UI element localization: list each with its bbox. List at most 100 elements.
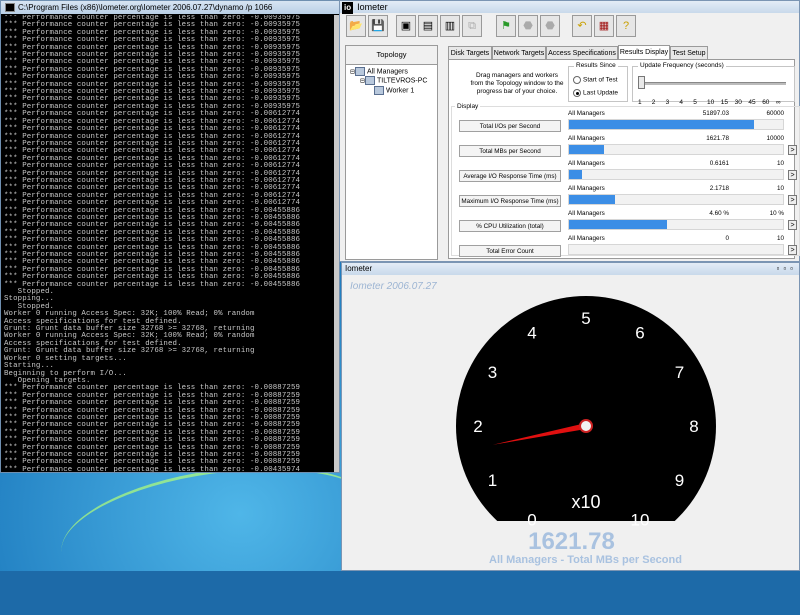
gauge-readout-label: All Managers - Total MBs per Second (489, 554, 682, 566)
dial-number: 0 (527, 511, 536, 530)
update-frequency-thumb[interactable] (638, 76, 645, 89)
metric-source: All Managers (568, 160, 605, 167)
metric-progress-fill (569, 120, 755, 129)
frequency-tick-label: 60 (762, 99, 770, 106)
metric-progress-bar[interactable] (568, 119, 784, 130)
iometer-logo: io (342, 2, 354, 14)
console-titlebar[interactable]: C:\Program Files (x86)\Iometer.org\Iomet… (1, 1, 339, 14)
tab-disk-targets[interactable]: Disk Targets (448, 46, 492, 59)
metric-button[interactable]: % CPU Utilization (total) (459, 220, 561, 232)
frequency-tick-label: 3 (665, 99, 670, 106)
tab-results-display[interactable]: Results Display (618, 45, 670, 59)
iometer-window[interactable]: io Iometer 📂 💾 ▣ ▤ ▥ ⧉ ⚑ ⬣ ⬣ ↶ ▦ ? Topolo… (339, 0, 800, 262)
iometer-title: Iometer (357, 2, 388, 12)
display-icon[interactable]: ▣ (396, 15, 416, 37)
metric-expand-button[interactable]: > (788, 170, 797, 180)
last-update-radio[interactable]: Last Update (573, 89, 618, 97)
open-icon[interactable]: 📂 (346, 15, 366, 37)
metric-expand-button[interactable]: > (788, 220, 797, 230)
metric-progress-bar[interactable] (568, 169, 784, 180)
topology-all-managers[interactable]: ⊟ All Managers (350, 67, 408, 76)
metric-source: All Managers (568, 210, 605, 217)
dial-multiplier: x10 (571, 492, 600, 512)
about-icon[interactable]: ? (616, 15, 636, 37)
metric-value: 4.60 % (709, 210, 729, 217)
console-output: *** Performance counter percentage is le… (4, 15, 333, 472)
metric-expand-button[interactable]: > (788, 195, 797, 205)
speedometer-gauge: 0 1 2 3 4 5 6 7 8 9 10 x10 (456, 296, 716, 530)
metric-progress-bar[interactable] (568, 219, 784, 230)
gauge-window[interactable]: Iometer ▫▫▫ Iometer 2006.07.27 012345678… (341, 262, 800, 571)
iometer-titlebar[interactable]: io Iometer (340, 1, 799, 14)
metric-max: 10 (776, 235, 784, 242)
results-display-panel: Drag managers and workers from the Topol… (448, 59, 800, 259)
frequency-tick-label: ∞ (776, 99, 781, 106)
frequency-tick-label: 2 (651, 99, 656, 106)
metric-progress-bar[interactable] (568, 194, 784, 205)
network-icon[interactable]: ▤ (418, 15, 438, 37)
start-workers-icon[interactable]: ▥ (440, 15, 460, 37)
metric-progress-bar[interactable] (568, 144, 784, 155)
frequency-tick-label: 1 (638, 99, 642, 106)
topology-panel: Topology ⊟ All Managers ⊟ TILTEVROS-PC Wor… (345, 45, 438, 260)
metric-button[interactable]: Average I/O Response Time (ms) (459, 170, 561, 182)
dial-number: 4 (527, 324, 536, 343)
metric-button[interactable]: Total Error Count (459, 245, 561, 257)
results-since-group: Results Since Start of Test Last Update (568, 62, 628, 102)
save-icon[interactable]: 💾 (368, 15, 388, 37)
desktop-swoosh (52, 448, 388, 615)
start-icon[interactable]: ⚑ (496, 15, 516, 37)
metric-max: 10 % (769, 210, 784, 217)
tab-test-setup[interactable]: Test Setup (670, 46, 708, 59)
metric-value: 2.1718 (709, 185, 729, 192)
console-window[interactable]: C:\Program Files (x86)\Iometer.org\Iomet… (0, 0, 340, 473)
frequency-tick-label: 45 (748, 99, 756, 106)
frequency-tick-label: 10 (707, 99, 715, 106)
metric-value: 0.6161 (709, 160, 729, 167)
dial-number: 9 (675, 471, 684, 490)
metric-max: 10 (776, 160, 784, 167)
metric-progress-fill (569, 220, 668, 229)
tab-strip: Disk Targets Network Targets Access Spec… (448, 45, 795, 60)
dial-number: 6 (635, 324, 644, 343)
dial-number: 5 (581, 309, 590, 328)
gauge-readout-value: 1621.78 (528, 528, 615, 555)
frequency-tick-label: 15 (720, 99, 729, 106)
gauge-hub (579, 419, 593, 433)
topology-manager[interactable]: ⊟ TILTEVROS-PC (360, 76, 427, 85)
metric-source: All Managers (568, 185, 605, 192)
frequency-tick-label: 4 (679, 99, 684, 106)
metric-max: 10000 (766, 135, 784, 142)
metric-button[interactable]: Total MBs per Second (459, 145, 561, 157)
topology-header: Topology (346, 46, 437, 65)
metric-source: All Managers (568, 110, 605, 117)
metric-button[interactable]: Maximum I/O Response Time (ms) (459, 195, 561, 207)
metric-value: 51897.03 (702, 110, 729, 117)
start-of-test-radio[interactable]: Start of Test (573, 76, 618, 84)
metric-button[interactable]: Total I/Os per Second (459, 120, 561, 132)
drag-hint: Drag managers and workers from the Topol… (470, 72, 564, 95)
disconnect-icon[interactable]: ⧉ (462, 15, 482, 37)
stop-icon[interactable]: ⬣ (518, 15, 538, 37)
exit-icon[interactable]: ▦ (594, 15, 614, 37)
metric-source: All Managers (568, 235, 605, 242)
update-frequency-slider[interactable] (641, 82, 786, 85)
metric-max: 60000 (766, 110, 784, 117)
tab-network-targets[interactable]: Network Targets (492, 46, 546, 59)
metric-progress-bar[interactable] (568, 244, 784, 255)
metric-source: All Managers (568, 135, 605, 142)
console-line: *** Performance counter percentage is le… (4, 465, 301, 472)
dial-number: 10 (631, 511, 650, 530)
dial-number: 2 (473, 417, 482, 436)
metric-value: 1621.78 (706, 135, 729, 142)
toolbar: 📂 💾 ▣ ▤ ▥ ⧉ ⚑ ⬣ ⬣ ↶ ▦ ? (346, 15, 795, 39)
dial-number: 1 (488, 471, 497, 490)
dial-number: 8 (689, 417, 698, 436)
stop-all-icon[interactable]: ⬣ (540, 15, 560, 37)
topology-worker[interactable]: Worker 1 (374, 86, 414, 95)
reset-icon[interactable]: ↶ (572, 15, 592, 37)
tab-access-specifications[interactable]: Access Specifications (546, 46, 618, 59)
dial-number: 3 (488, 363, 497, 382)
metric-expand-button[interactable]: > (788, 245, 797, 255)
metric-expand-button[interactable]: > (788, 145, 797, 155)
